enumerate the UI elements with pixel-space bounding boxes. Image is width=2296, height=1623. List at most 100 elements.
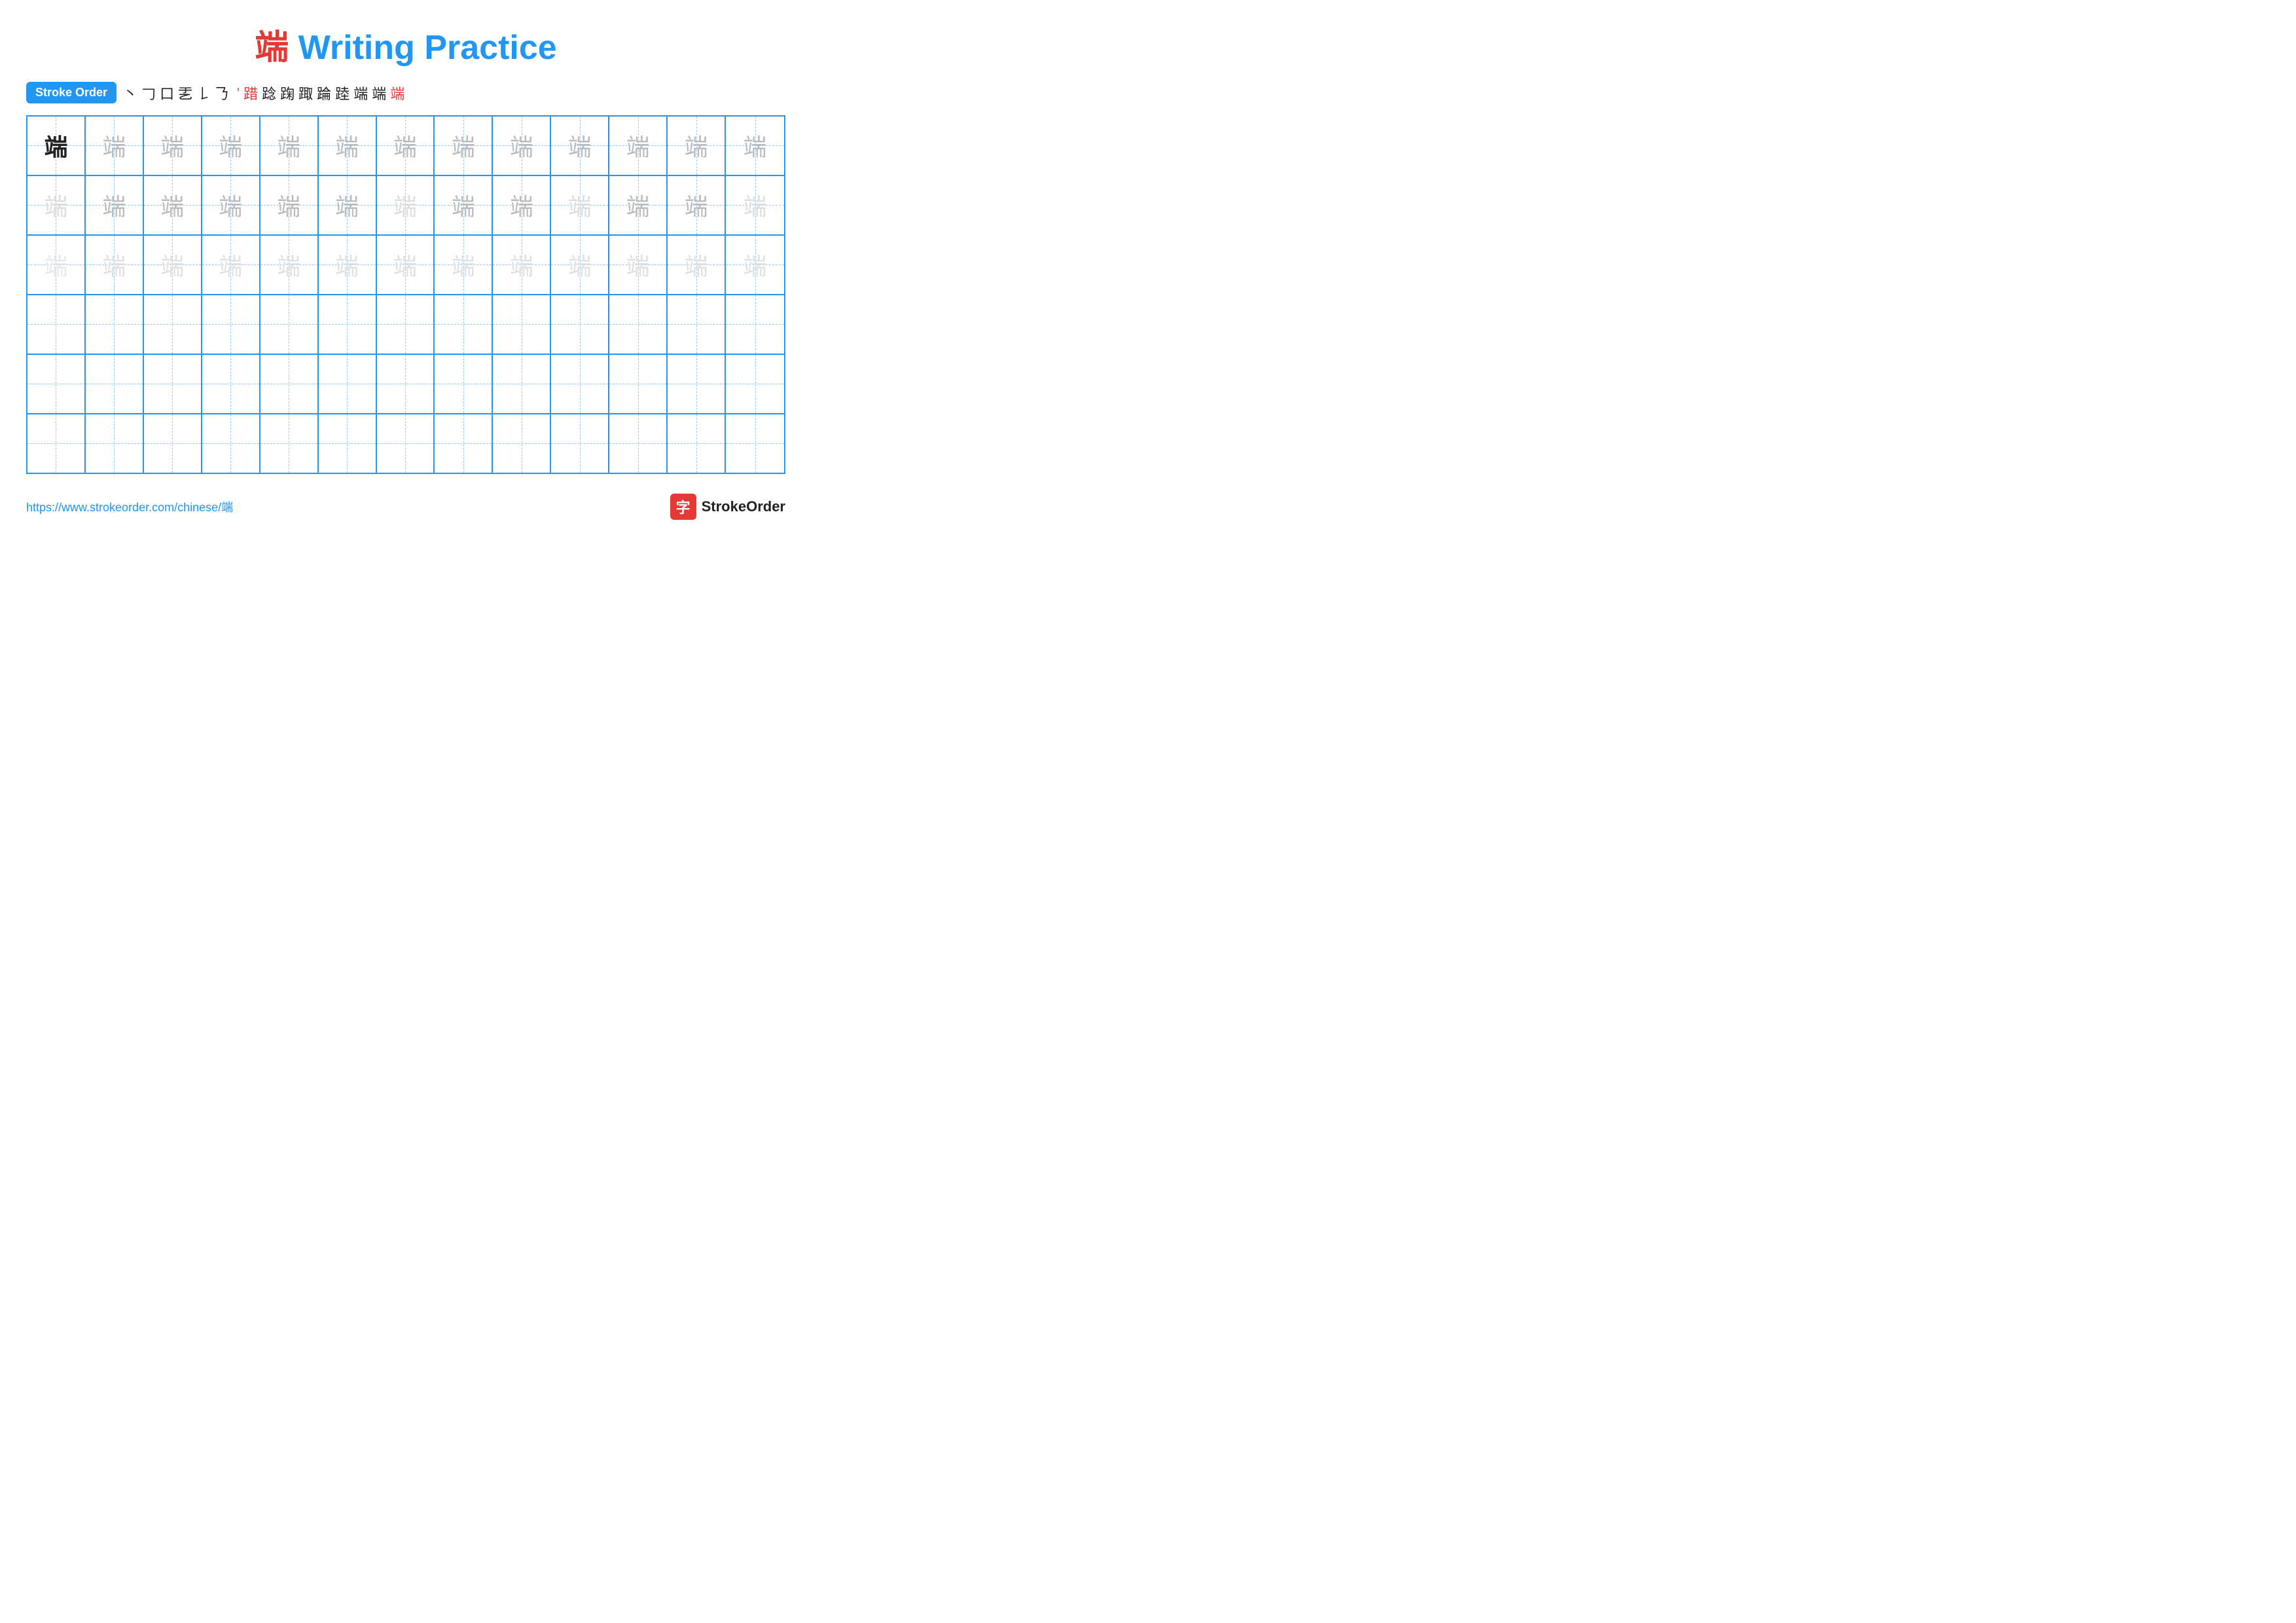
- char-light: 端: [685, 247, 708, 282]
- stroke-6: 𠄎: [215, 82, 229, 103]
- cell-6-6[interactable]: [319, 414, 377, 473]
- cell-3-9: 端: [493, 236, 551, 294]
- cell-6-11[interactable]: [609, 414, 668, 473]
- stroke-3: 口: [160, 82, 174, 103]
- cell-5-6[interactable]: [319, 355, 377, 413]
- char-med: 端: [510, 188, 533, 222]
- char-light: 端: [102, 247, 126, 282]
- cell-6-5[interactable]: [260, 414, 319, 473]
- char-light: 端: [626, 247, 650, 282]
- cell-2-13: 端: [726, 176, 784, 234]
- char-med: 端: [626, 128, 650, 162]
- cell-2-4: 端: [202, 176, 260, 234]
- cell-3-10: 端: [551, 236, 609, 294]
- char-med: 端: [685, 128, 708, 162]
- cell-5-5[interactable]: [260, 355, 319, 413]
- char-med: 端: [102, 128, 126, 162]
- cell-4-10[interactable]: [551, 295, 609, 354]
- cell-2-3: 端: [144, 176, 202, 234]
- cell-3-8: 端: [435, 236, 493, 294]
- cell-3-5: 端: [260, 236, 319, 294]
- cell-5-8[interactable]: [435, 355, 493, 413]
- stroke-1: 丶: [123, 82, 137, 103]
- cell-4-5[interactable]: [260, 295, 319, 354]
- cell-5-3[interactable]: [144, 355, 202, 413]
- cell-2-10: 端: [551, 176, 609, 234]
- cell-5-7[interactable]: [377, 355, 435, 413]
- stroke-order-badge: Stroke Order: [26, 82, 117, 103]
- cell-1-9: 端: [493, 117, 551, 175]
- cell-3-11: 端: [609, 236, 668, 294]
- stroke-17-final: 端: [390, 82, 404, 103]
- cell-6-9[interactable]: [493, 414, 551, 473]
- cell-5-4[interactable]: [202, 355, 260, 413]
- cell-5-10[interactable]: [551, 355, 609, 413]
- stroke-9: 踖: [243, 82, 258, 103]
- cell-4-9[interactable]: [493, 295, 551, 354]
- char-med: 端: [452, 128, 475, 162]
- cell-1-2: 端: [86, 117, 144, 175]
- cell-1-1: 端: [27, 117, 86, 175]
- cell-1-6: 端: [319, 117, 377, 175]
- cell-5-12[interactable]: [668, 355, 726, 413]
- cell-2-8: 端: [435, 176, 493, 234]
- char-med: 端: [277, 128, 300, 162]
- char-med: 端: [685, 188, 708, 222]
- cell-5-11[interactable]: [609, 355, 668, 413]
- cell-2-5: 端: [260, 176, 319, 234]
- cell-6-8[interactable]: [435, 414, 493, 473]
- cell-4-6[interactable]: [319, 295, 377, 354]
- stroke-14: 踛: [335, 82, 350, 103]
- cell-4-12[interactable]: [668, 295, 726, 354]
- cell-6-10[interactable]: [551, 414, 609, 473]
- cell-5-9[interactable]: [493, 355, 551, 413]
- cell-1-12: 端: [668, 117, 726, 175]
- cell-6-1[interactable]: [27, 414, 86, 473]
- char-med: 端: [744, 128, 767, 162]
- cell-3-7: 端: [377, 236, 435, 294]
- cell-5-1[interactable]: [27, 355, 86, 413]
- char-light: 端: [393, 188, 417, 222]
- cell-3-1: 端: [27, 236, 86, 294]
- cell-4-11[interactable]: [609, 295, 668, 354]
- cell-6-3[interactable]: [144, 414, 202, 473]
- cell-5-13[interactable]: [726, 355, 784, 413]
- cell-4-13[interactable]: [726, 295, 784, 354]
- cell-1-13: 端: [726, 117, 784, 175]
- char-light: 端: [744, 247, 767, 282]
- logo-text: StrokeOrder: [702, 498, 785, 515]
- logo-icon: 字: [670, 494, 696, 520]
- cell-6-12[interactable]: [668, 414, 726, 473]
- char-med: 端: [626, 188, 650, 222]
- char-med: 端: [393, 128, 417, 162]
- cell-4-8[interactable]: [435, 295, 493, 354]
- cell-4-2[interactable]: [86, 295, 144, 354]
- cell-6-13[interactable]: [726, 414, 784, 473]
- practice-grid: 端 端 端 端 端 端 端 端 端 端 端 端: [26, 115, 785, 474]
- cell-4-4[interactable]: [202, 295, 260, 354]
- footer-logo: 字 StrokeOrder: [670, 494, 785, 520]
- stroke-2: 𠃌: [141, 82, 156, 103]
- cell-1-7: 端: [377, 117, 435, 175]
- cell-5-2[interactable]: [86, 355, 144, 413]
- cell-3-12: 端: [668, 236, 726, 294]
- cell-3-13: 端: [726, 236, 784, 294]
- cell-6-4[interactable]: [202, 414, 260, 473]
- char-light: 端: [277, 247, 300, 282]
- cell-6-7[interactable]: [377, 414, 435, 473]
- cell-4-3[interactable]: [144, 295, 202, 354]
- char-light: 端: [44, 247, 67, 282]
- cell-6-2[interactable]: [86, 414, 144, 473]
- cell-2-2: 端: [86, 176, 144, 234]
- char-med: 端: [335, 188, 359, 222]
- char-light: 端: [219, 247, 242, 282]
- grid-row-1: 端 端 端 端 端 端 端 端 端 端 端 端: [27, 117, 784, 176]
- footer: https://www.strokeorder.com/chinese/端 字 …: [26, 494, 785, 520]
- cell-1-3: 端: [144, 117, 202, 175]
- stroke-chars-container: 丶 𠃌 口 𠃗 𠄌 𠄎 𠄒 𠄒' 踖 踗 踘 踙 踚 踛 端 端 端: [123, 82, 404, 103]
- grid-row-4: [27, 295, 784, 355]
- cell-4-7[interactable]: [377, 295, 435, 354]
- cell-2-1: 端: [27, 176, 86, 234]
- cell-1-5: 端: [260, 117, 319, 175]
- cell-4-1[interactable]: [27, 295, 86, 354]
